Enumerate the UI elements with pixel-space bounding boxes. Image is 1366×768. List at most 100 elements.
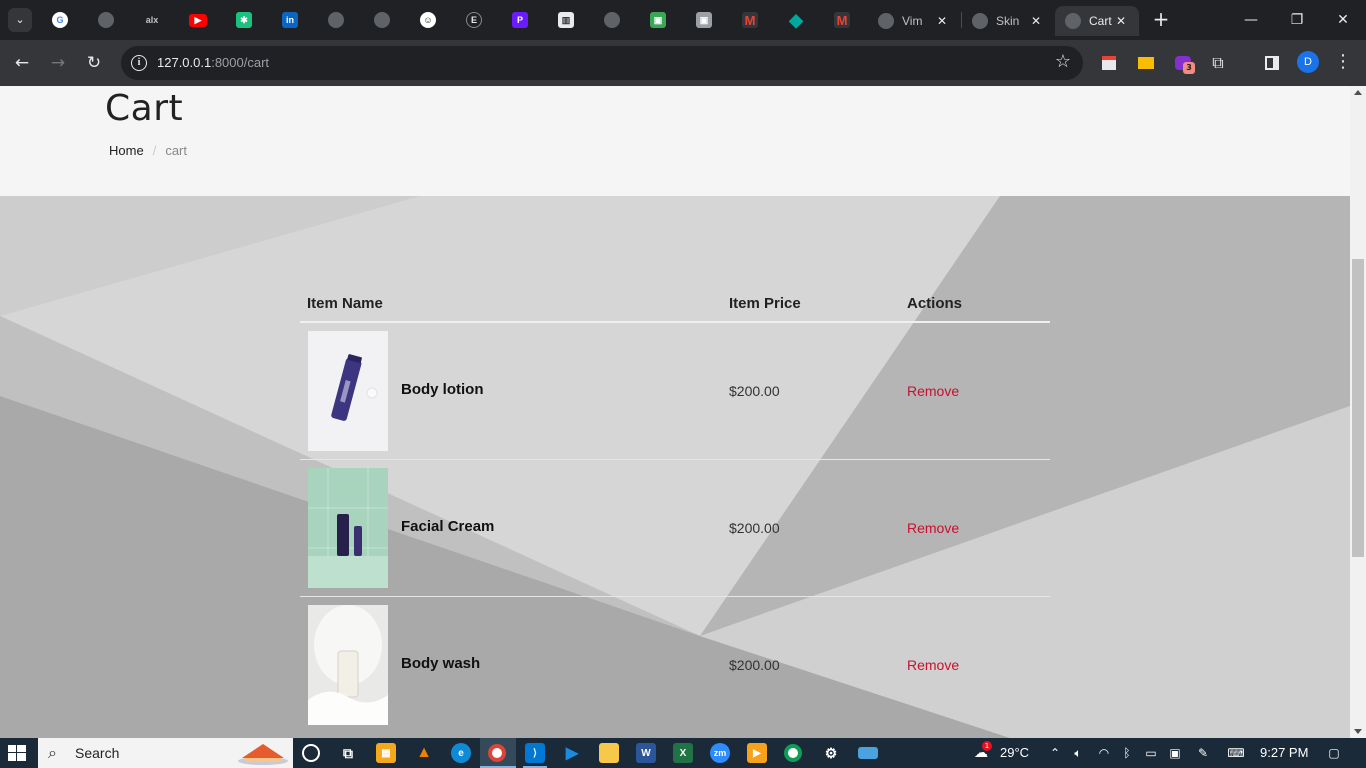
linkedin-icon: in xyxy=(282,12,298,28)
product-image xyxy=(308,468,388,588)
address-bar[interactable]: i 127.0.0.1:8000/cart ☆ xyxy=(121,46,1083,80)
table-row: Facial Cream $200.00 Remove xyxy=(300,460,1050,597)
remove-button[interactable]: Remove xyxy=(907,520,959,536)
pinned-tab-app[interactable]: ▣ xyxy=(639,8,677,32)
extensions-puzzle-icon[interactable]: ⧉ xyxy=(1208,53,1228,73)
e-icon: E xyxy=(466,12,482,28)
network-tool-icon[interactable]: ⚙ xyxy=(821,743,841,763)
speaker-icon[interactable]: 🔈︎ xyxy=(1070,745,1086,761)
pinned-tab-linkedin[interactable]: in xyxy=(271,8,309,32)
taskbar-search-box[interactable]: ⌕ Search xyxy=(38,738,293,768)
close-icon[interactable]: ✕ xyxy=(1113,14,1129,28)
pinned-tab-chatgpt[interactable]: ✱ xyxy=(225,8,263,32)
task-view-icon[interactable]: ⧉ xyxy=(338,743,358,763)
pinned-tab-smiley[interactable]: ☺ xyxy=(409,8,447,32)
window-close-button[interactable]: ✕ xyxy=(1320,0,1366,40)
wifi-icon[interactable]: ◠ xyxy=(1096,745,1112,761)
page-scrollbar[interactable] xyxy=(1350,86,1366,738)
close-icon[interactable]: ✕ xyxy=(1028,14,1044,28)
pinned-tab-gmail[interactable]: M xyxy=(731,8,769,32)
keyboard-icon[interactable] xyxy=(858,747,878,759)
pinned-tab-youtube[interactable]: ▶ xyxy=(179,8,217,32)
app-icon: ▣ xyxy=(650,12,666,28)
cart-table: Item Name Item Price Actions Body lotion… xyxy=(300,291,1050,734)
tab-search-button[interactable]: ⌄ xyxy=(8,8,32,32)
remove-button[interactable]: Remove xyxy=(907,383,959,399)
reload-button[interactable]: ↻ xyxy=(81,50,107,76)
tab-vim[interactable]: Vim ✕ xyxy=(868,6,960,36)
restore-button[interactable]: ❐ xyxy=(1274,0,1320,40)
scroll-up-arrow[interactable] xyxy=(1354,90,1362,95)
new-tab-button[interactable]: + xyxy=(1150,8,1172,32)
show-hidden-icons-chevron-icon[interactable]: ⌃ xyxy=(1047,745,1063,761)
header-item-name: Item Name xyxy=(307,295,383,312)
remove-button[interactable]: Remove xyxy=(907,657,959,673)
breadcrumb-current: cart xyxy=(165,143,187,158)
forward-button[interactable]: → xyxy=(45,50,71,76)
video-icon[interactable]: ▶ xyxy=(747,743,767,763)
touch-keyboard-icon[interactable]: ⌨ xyxy=(1224,745,1248,761)
pinned-tab-github[interactable] xyxy=(87,8,125,32)
folder-extension-icon[interactable] xyxy=(1136,53,1156,73)
diamond-icon: ◆ xyxy=(789,9,803,30)
close-icon[interactable]: ✕ xyxy=(934,14,950,28)
pinned-tab-google[interactable]: G xyxy=(41,8,79,32)
media-player-icon[interactable]: ▶ xyxy=(562,743,582,763)
pinned-tab-github-3[interactable] xyxy=(363,8,401,32)
table-row: Body wash $200.00 Remove xyxy=(300,597,1050,734)
pen-icon[interactable]: ✎ xyxy=(1195,745,1211,761)
chatgpt-icon: ✱ xyxy=(236,12,252,28)
scroll-thumb[interactable] xyxy=(1352,259,1364,557)
header-item-price: Item Price xyxy=(729,295,801,312)
excel-icon[interactable]: X xyxy=(673,743,693,763)
app-tray-icon[interactable]: ▣ xyxy=(1167,745,1183,761)
item-name: Body lotion xyxy=(401,381,484,398)
site-info-icon[interactable]: i xyxy=(131,55,147,71)
item-price: $200.00 xyxy=(729,520,780,536)
pinned-tab-app-2[interactable]: ▣ xyxy=(685,8,723,32)
search-highlight-art xyxy=(238,744,288,765)
alx-icon: alx xyxy=(144,12,160,28)
store-icon[interactable]: ▦ xyxy=(376,743,396,763)
profile-avatar[interactable]: D xyxy=(1297,51,1319,73)
vscode-icon[interactable]: ⟩ xyxy=(525,743,545,763)
bluetooth-icon[interactable]: ᛒ xyxy=(1119,745,1135,761)
google-icon: G xyxy=(52,12,68,28)
back-button[interactable]: ← xyxy=(9,50,35,76)
pinned-tab-alx[interactable]: alx xyxy=(133,8,171,32)
gmail-icon: M xyxy=(742,12,758,28)
vlc-icon[interactable]: ▲ xyxy=(414,743,434,763)
battery-icon[interactable]: ▭ xyxy=(1143,745,1159,761)
pinned-tab-github-2[interactable] xyxy=(317,8,355,32)
chrome-icon[interactable] xyxy=(488,744,506,762)
zoom-icon[interactable]: zm xyxy=(710,743,730,763)
search-icon: ⌕ xyxy=(48,743,57,762)
chrome-icon[interactable] xyxy=(784,744,802,762)
minimize-button[interactable]: — xyxy=(1228,0,1274,40)
edge-icon[interactable]: e xyxy=(451,743,471,763)
trello-icon: ▥ xyxy=(558,12,574,28)
extension-with-badge-icon[interactable]: 3 xyxy=(1173,53,1195,74)
pinned-tab-trello[interactable]: ▥ xyxy=(547,8,585,32)
windows-start-icon[interactable] xyxy=(8,745,26,761)
scroll-down-arrow[interactable] xyxy=(1354,729,1362,734)
notifications-icon[interactable]: ▢ xyxy=(1325,745,1343,761)
pinned-tab-github-4[interactable] xyxy=(593,8,631,32)
weather-temperature[interactable]: 29°C xyxy=(1000,738,1029,768)
github-icon xyxy=(374,12,390,28)
pinned-tab-p[interactable]: P xyxy=(501,8,539,32)
browser-menu-icon[interactable]: ⋮ xyxy=(1334,51,1352,73)
pinned-tab-e[interactable]: E xyxy=(455,8,493,32)
file-explorer-icon[interactable] xyxy=(599,743,619,763)
pinned-tab-diamond[interactable]: ◆ xyxy=(777,8,815,32)
pinned-tab-gmail-2[interactable]: M xyxy=(823,8,861,32)
tab-cart[interactable]: Cart ✕ xyxy=(1055,6,1139,36)
cortana-icon[interactable] xyxy=(302,744,320,762)
word-icon[interactable]: W xyxy=(636,743,656,763)
notes-extension-icon[interactable] xyxy=(1099,53,1119,73)
side-panel-icon[interactable] xyxy=(1262,53,1282,73)
bookmark-star-icon[interactable]: ☆ xyxy=(1055,51,1071,72)
clock-time[interactable]: 9:27 PM xyxy=(1260,738,1308,768)
breadcrumb-home-link[interactable]: Home xyxy=(109,143,144,158)
tab-skin[interactable]: Skin ✕ xyxy=(962,6,1054,36)
